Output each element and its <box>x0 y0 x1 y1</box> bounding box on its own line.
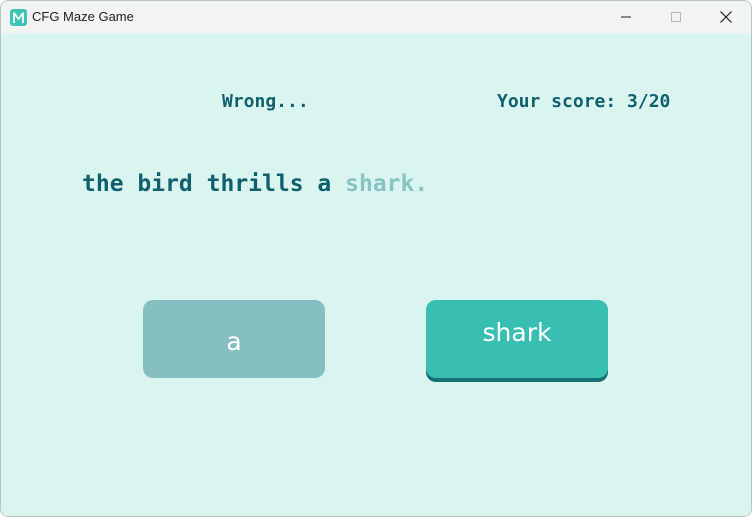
game-panel: Wrong... Your score: 3/20 the bird thril… <box>1 33 751 516</box>
answer-option-label: a <box>226 326 242 356</box>
app-window: CFG Maze Game Wrong... Your score: 3/20 … <box>0 0 752 517</box>
sentence-text: the bird thrills a shark. <box>82 170 428 198</box>
answer-option-label: shark <box>482 318 552 347</box>
close-icon <box>720 11 732 23</box>
score-display: Your score: 3/20 <box>497 91 671 112</box>
result-status: Wrong... <box>222 91 309 112</box>
m-logo-icon <box>10 9 27 26</box>
answer-option-a-button[interactable]: a <box>143 300 325 378</box>
answer-option-shark-button[interactable]: shark <box>426 300 608 378</box>
minimize-icon <box>621 16 631 18</box>
sentence-highlight-word: shark. <box>345 171 429 197</box>
title-bar[interactable]: CFG Maze Game <box>1 1 751 33</box>
window-title: CFG Maze Game <box>32 9 134 24</box>
maximize-button[interactable] <box>651 1 701 33</box>
close-button[interactable] <box>701 1 751 33</box>
maximize-icon <box>671 12 681 22</box>
minimize-button[interactable] <box>601 1 651 33</box>
sentence-prefix: the bird thrills a <box>82 171 346 197</box>
